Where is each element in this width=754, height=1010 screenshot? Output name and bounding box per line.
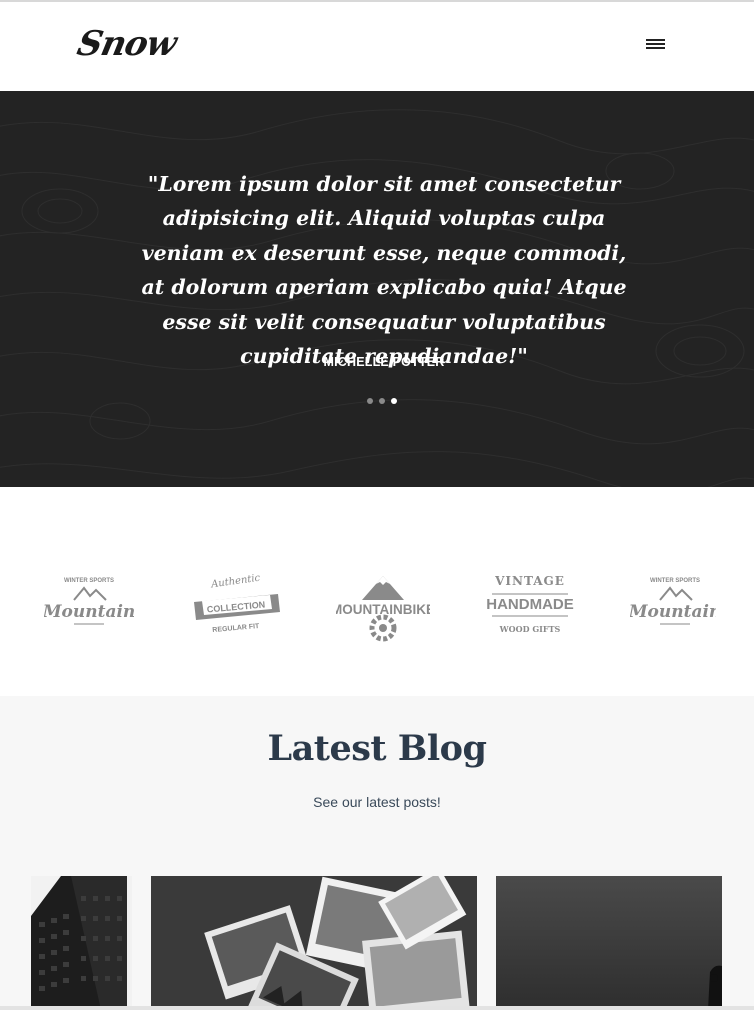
collection-badge-logo: Authentic COLLECTION REGULAR FIT	[194, 573, 280, 634]
building-facade-photo	[31, 876, 132, 1010]
blog-post-card-2[interactable]	[151, 876, 477, 1010]
blog-post-card-1[interactable]	[31, 876, 132, 1010]
svg-text:REGULAR FIT: REGULAR FIT	[212, 623, 260, 634]
mountain-badge-logo: WINTER SPORTS Mountain	[44, 578, 134, 625]
svg-text:VINTAGE: VINTAGE	[494, 574, 565, 588]
dark-sky-photo	[496, 876, 722, 1010]
handmade-badge-logo: VINTAGE HANDMADE WOOD GIFTS	[486, 574, 574, 634]
blog-title: Latest Blog	[267, 728, 487, 769]
testimonial-quote: "Lorem ipsum dolor sit amet consectetur …	[141, 172, 627, 369]
svg-text:WINTER SPORTS: WINTER SPORTS	[650, 578, 700, 584]
blog-post-card-3[interactable]	[496, 876, 722, 1010]
brand-logos: WINTER SPORTS Mountain Authentic COLLECT…	[0, 487, 754, 696]
svg-text:WINTER SPORTS: WINTER SPORTS	[64, 578, 114, 584]
svg-text:Authentic: Authentic	[209, 573, 261, 591]
mountain-badge-repeat-logo: WINTER SPORTS Mountain	[630, 572, 716, 642]
testimonial-section: "Lorem ipsum dolor sit amet consectetur …	[0, 91, 754, 487]
svg-text:HANDMADE: HANDMADE	[486, 596, 574, 613]
blog-subtitle: See our latest posts!	[313, 794, 441, 810]
slider-dot-2[interactable]	[379, 398, 385, 404]
latest-blog-section: Latest Blog See our latest posts!	[0, 696, 754, 1010]
site-logo[interactable]: Snow	[74, 24, 180, 64]
mountainbike-badge-logo: MOUNTAINBIKE	[336, 576, 430, 642]
bottom-border	[0, 1006, 754, 1010]
testimonial-author: MICHELLE POTTER	[323, 355, 445, 369]
site-header: Snow	[0, 2, 754, 91]
hamburger-menu-icon[interactable]	[644, 36, 668, 56]
svg-text:WOOD GIFTS: WOOD GIFTS	[499, 624, 561, 634]
slider-dot-1[interactable]	[367, 398, 373, 404]
svg-text:Mountain: Mountain	[44, 602, 134, 622]
scattered-photographs-photo	[151, 876, 477, 1010]
svg-text:Mountain: Mountain	[630, 602, 716, 622]
svg-text:MOUNTAINBIKE: MOUNTAINBIKE	[336, 602, 430, 617]
slider-dot-3-active[interactable]	[391, 398, 397, 404]
